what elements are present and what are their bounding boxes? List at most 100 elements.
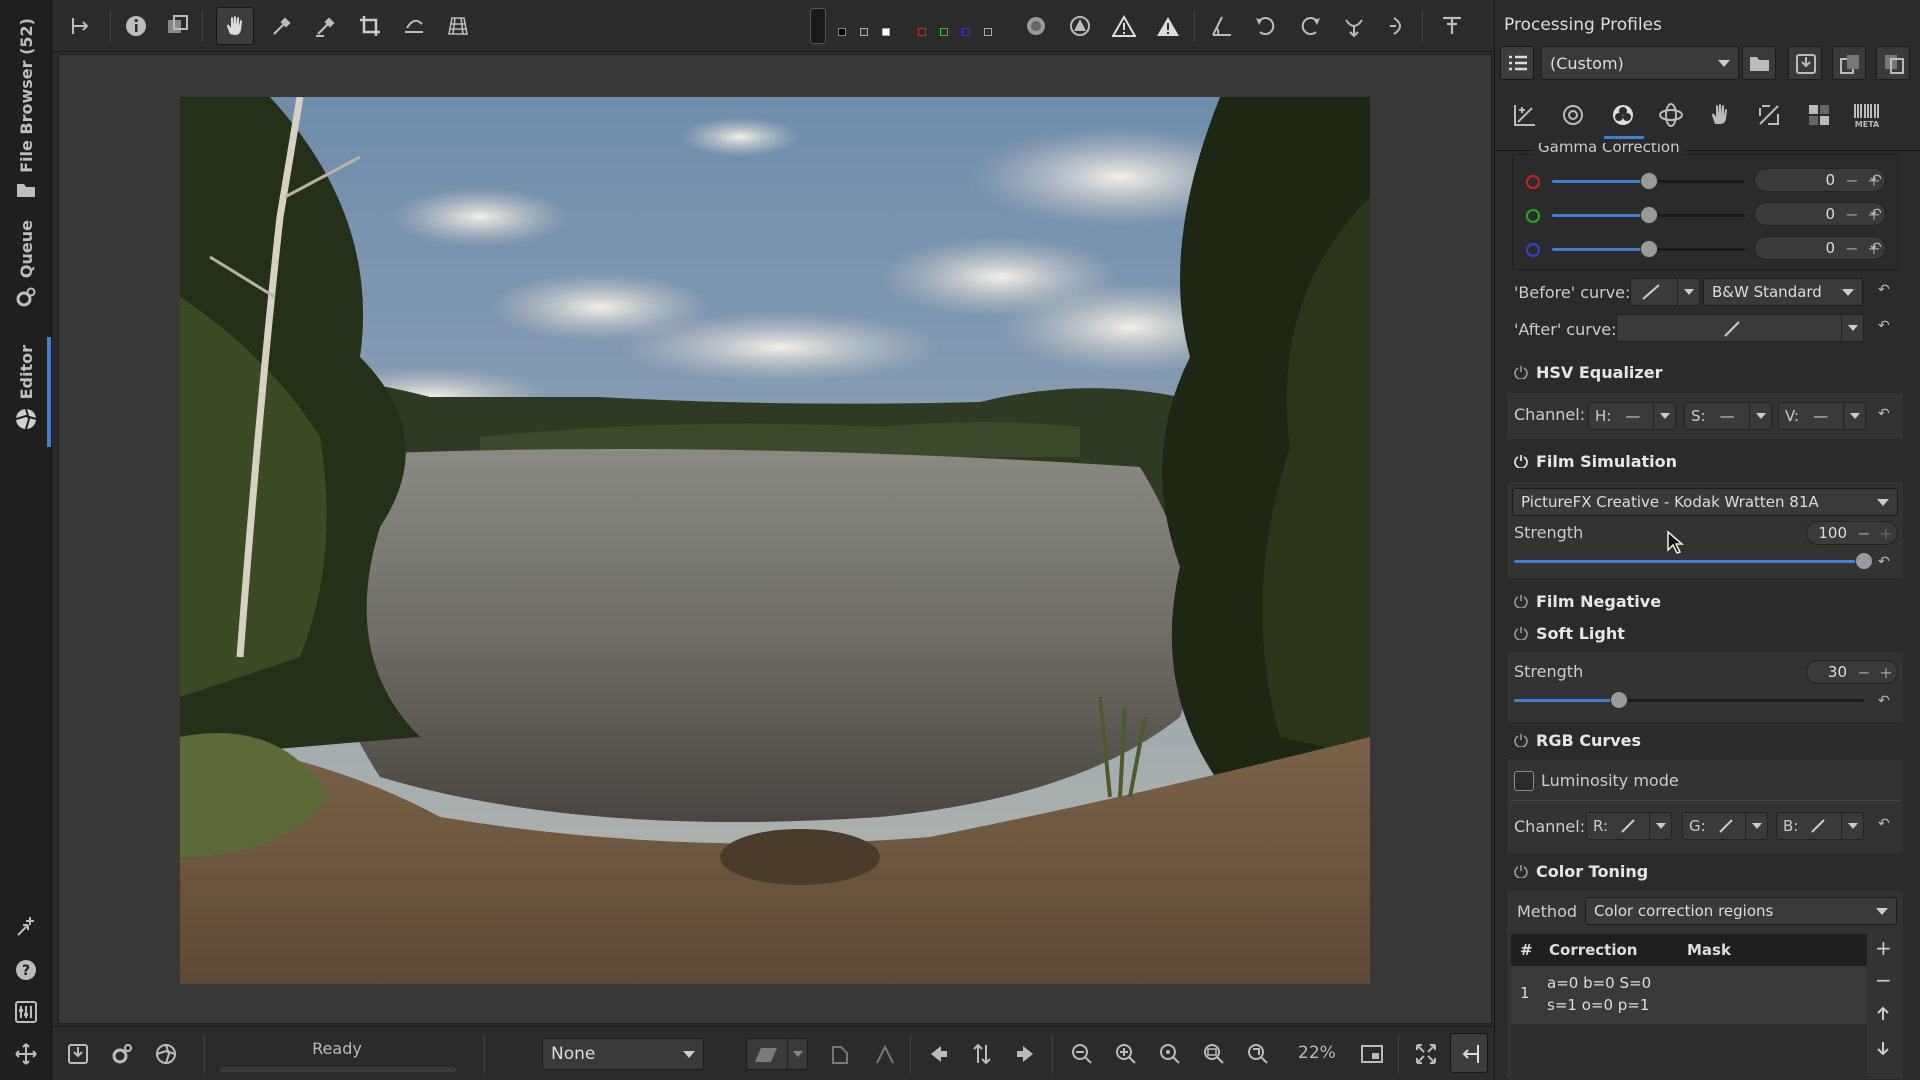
open-external-editor-button[interactable] (152, 1040, 180, 1068)
decrement-button[interactable]: − (1841, 205, 1863, 224)
queue-add-button[interactable] (108, 1040, 136, 1068)
metadata-tab-icon[interactable]: META (1852, 102, 1882, 128)
tab-editor[interactable]: Editor (0, 345, 52, 431)
bg-white-button[interactable] (882, 28, 890, 36)
info-button[interactable] (122, 12, 150, 40)
focus-mask-button[interactable] (1022, 12, 1050, 40)
soft-light-strength-spin[interactable]: 30− + (1806, 660, 1898, 684)
rgb-g-curve[interactable]: G: (1682, 812, 1768, 840)
flip-vertical-button[interactable] (1340, 12, 1368, 40)
exposure-tab-icon[interactable] (1512, 102, 1538, 128)
zoom-in-button[interactable] (1112, 1040, 1140, 1068)
zoom-fit-crop-button[interactable] (1244, 1040, 1272, 1068)
highlight-clipping-button[interactable] (1154, 12, 1182, 40)
raw-tab-icon[interactable] (1806, 102, 1832, 128)
help-icon[interactable]: ? (14, 958, 38, 982)
power-icon[interactable] (1514, 626, 1528, 640)
preview-photo[interactable] (180, 97, 1370, 984)
hsv-s-curve[interactable]: S: — (1684, 402, 1772, 430)
before-after-button[interactable] (164, 12, 192, 40)
rgb-b-curve[interactable]: B: (1776, 812, 1864, 840)
hide-right-panel-button[interactable] (1438, 12, 1466, 40)
transform-tab-icon[interactable] (1756, 102, 1782, 128)
white-balance-picker-button[interactable] (268, 12, 296, 40)
crop-button[interactable] (356, 12, 384, 40)
preview-green-button[interactable] (940, 28, 948, 36)
decrement-button[interactable]: − (1841, 171, 1863, 190)
reset-icon[interactable]: ↶ (1878, 693, 1890, 709)
power-icon[interactable] (1514, 594, 1528, 608)
sync-browser-button[interactable] (968, 1040, 996, 1068)
bg-black-button[interactable] (838, 28, 846, 36)
table-row[interactable]: 1 a=0 b=0 S=0 s=1 o=0 p=1 (1511, 966, 1867, 1024)
film-negative-header[interactable]: Film Negative (1506, 587, 1904, 615)
color-picker-button[interactable] (312, 12, 340, 40)
gamma-green-slider[interactable] (1640, 206, 1658, 224)
straighten-button[interactable] (400, 12, 428, 40)
toggle-right-panel-button[interactable] (1450, 1033, 1488, 1073)
soft-light-strength-slider[interactable] (1610, 691, 1628, 709)
rgb-r-curve[interactable]: R: (1586, 812, 1672, 840)
profiles-list-toggle[interactable] (1500, 46, 1534, 80)
fullscreen-icon[interactable] (14, 1042, 38, 1066)
remove-region-button[interactable]: − (1875, 968, 1892, 992)
detail-tab-icon[interactable] (1560, 102, 1586, 128)
gamma-red-spin[interactable]: 0− + (1754, 168, 1886, 192)
paste-profile-from-clipboard-button[interactable] (1876, 46, 1910, 80)
decrement-button[interactable]: − (1853, 663, 1875, 682)
histogram-button[interactable] (1208, 12, 1236, 40)
profile-select[interactable]: None (542, 1038, 704, 1070)
next-image-button[interactable] (1012, 1040, 1040, 1068)
load-profile-button[interactable] (1742, 46, 1776, 80)
soft-light-header[interactable]: Soft Light (1506, 619, 1904, 647)
reset-icon[interactable]: ↶ (1878, 406, 1890, 422)
color-toning-method[interactable]: Color correction regions (1585, 897, 1897, 925)
preview-red-button[interactable] (918, 28, 926, 36)
tab-queue[interactable]: Queue (0, 220, 52, 308)
zoom-fit-button[interactable] (1200, 1040, 1228, 1068)
color-tab-icon[interactable] (1610, 102, 1636, 128)
power-icon[interactable] (1514, 864, 1528, 878)
save-image-button[interactable] (64, 1040, 92, 1068)
film-strength-spin[interactable]: 100− + (1806, 521, 1898, 545)
decrement-button[interactable]: − (1853, 524, 1875, 543)
copy-profile-to-clipboard-button[interactable] (1832, 46, 1866, 80)
preview-blue-button[interactable] (962, 28, 970, 36)
power-icon[interactable] (1514, 365, 1528, 379)
reset-icon[interactable]: ↶ (1870, 240, 1882, 256)
hsv-equalizer-header[interactable]: HSV Equalizer (1506, 358, 1904, 386)
shadow-clipping-button[interactable] (1110, 12, 1138, 40)
gamma-blue-spin[interactable]: 0− + (1754, 236, 1886, 260)
copy-profile-button[interactable] (826, 1040, 854, 1068)
previous-image-button[interactable] (924, 1040, 952, 1068)
bg-gray-button[interactable] (860, 28, 868, 36)
hsv-v-curve[interactable]: V: — (1778, 402, 1866, 430)
paste-profile-button[interactable] (870, 1040, 898, 1068)
after-curve-edit[interactable] (1616, 314, 1864, 342)
new-detail-window-button[interactable] (1358, 1040, 1386, 1068)
power-icon[interactable] (1514, 454, 1528, 468)
reset-icon[interactable]: ↶ (1878, 318, 1890, 334)
reset-icon[interactable]: ↶ (1878, 282, 1890, 298)
preferences-icon[interactable] (14, 1000, 38, 1024)
fullscreen-toggle-button[interactable] (1412, 1040, 1440, 1068)
film-simulation-preset[interactable]: PictureFX Creative - Kodak Wratten 81A (1512, 488, 1898, 516)
luminosity-mode-checkbox[interactable] (1514, 771, 1534, 791)
film-simulation-header[interactable]: Film Simulation (1506, 447, 1904, 475)
move-up-icon[interactable] (1876, 1006, 1890, 1022)
increment-button[interactable]: + (1875, 663, 1897, 682)
rotate-right-button[interactable] (1296, 12, 1324, 40)
reset-icon[interactable]: ↶ (1870, 206, 1882, 222)
hand-tool-button[interactable] (216, 7, 254, 45)
tab-file-browser[interactable]: File Browser (52) (0, 18, 52, 199)
gamma-green-spin[interactable]: 0− + (1754, 202, 1886, 226)
hide-left-panel-button[interactable] (66, 12, 94, 40)
flip-horizontal-button[interactable] (1384, 12, 1412, 40)
false-color-button[interactable] (1066, 12, 1094, 40)
save-profile-button[interactable] (1788, 46, 1822, 80)
decrement-button[interactable]: − (1841, 239, 1863, 258)
advanced-tab-icon[interactable] (1658, 102, 1684, 128)
zoom-100-button[interactable] (1156, 1040, 1184, 1068)
reset-icon[interactable]: ↶ (1878, 816, 1890, 832)
color-toning-header[interactable]: Color Toning (1506, 857, 1904, 885)
